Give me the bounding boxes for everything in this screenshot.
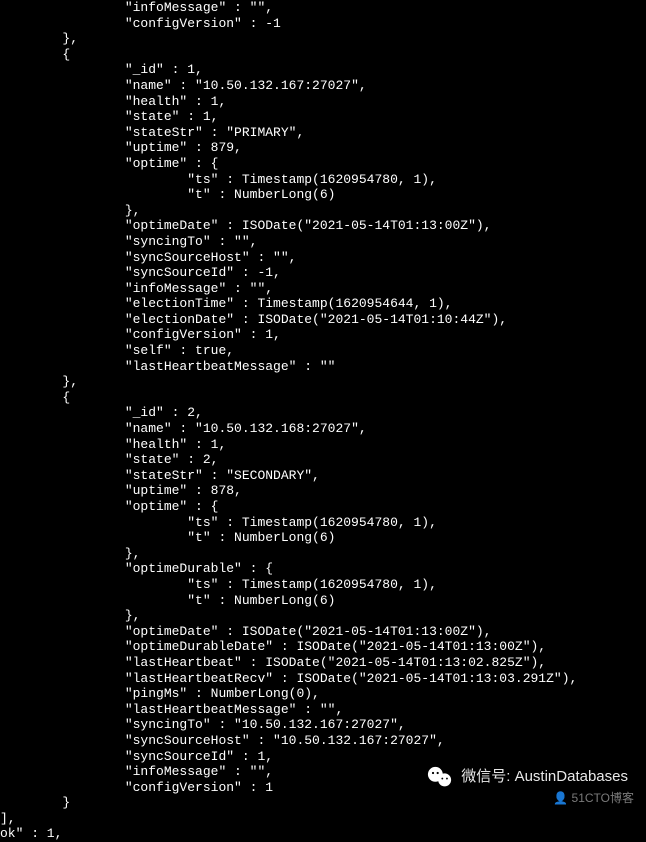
line: "configVersion" : -1 (125, 16, 281, 31)
line: "lastHeartbeat" : ISODate("2021-05-14T01… (125, 655, 546, 670)
attribution-label: 51CTO博客 (572, 791, 634, 805)
line: ], (0, 811, 16, 826)
watermark: 微信号: AustinDatabases (427, 766, 628, 788)
line: "name" : "10.50.132.167:27027", (125, 78, 367, 93)
line: "syncSourceId" : 1, (125, 749, 273, 764)
line: "health" : 1, (125, 437, 226, 452)
line: "pingMs" : NumberLong(0), (125, 686, 320, 701)
line: "lastHeartbeatMessage" : "", (125, 702, 343, 717)
line: "ts" : Timestamp(1620954780, 1), (187, 172, 437, 187)
line: "syncSourceHost" : "10.50.132.167:27027"… (125, 733, 445, 748)
line: "infoMessage" : "", (125, 764, 273, 779)
line: "t" : NumberLong(6) (187, 530, 335, 545)
line: "lastHeartbeatRecv" : ISODate("2021-05-1… (125, 671, 577, 686)
line: "t" : NumberLong(6) (187, 593, 335, 608)
line: "syncSourceHost" : "", (125, 250, 297, 265)
line: "stateStr" : "SECONDARY", (125, 468, 320, 483)
attribution-icon: 👤 (553, 791, 568, 805)
line: "configVersion" : 1, (125, 327, 281, 342)
line: "syncingTo" : "", (125, 234, 258, 249)
line: "state" : 2, (125, 452, 219, 467)
line: }, (125, 546, 141, 561)
line: "infoMessage" : "", (125, 281, 273, 296)
line: "optimeDate" : ISODate("2021-05-14T01:13… (125, 624, 492, 639)
line: "ts" : Timestamp(1620954780, 1), (187, 577, 437, 592)
line: "t" : NumberLong(6) (187, 187, 335, 202)
line: "optime" : { (125, 499, 219, 514)
line: "state" : 1, (125, 109, 219, 124)
line: "health" : 1, (125, 94, 226, 109)
line: "optimeDurable" : { (125, 561, 273, 576)
line: "optimeDate" : ISODate("2021-05-14T01:13… (125, 218, 492, 233)
line: "name" : "10.50.132.168:27027", (125, 421, 367, 436)
line: "uptime" : 879, (125, 140, 242, 155)
line: "syncingTo" : "10.50.132.167:27027", (125, 717, 406, 732)
attribution: 👤 51CTO博客 (553, 791, 634, 805)
line: }, (125, 608, 141, 623)
line: "infoMessage" : "", (125, 0, 273, 15)
line: "configVersion" : 1 (125, 780, 273, 795)
line: "self" : true, (125, 343, 234, 358)
terminal-output: "infoMessage" : "", "configVersion" : -1… (0, 0, 646, 842)
line: "optimeDurableDate" : ISODate("2021-05-1… (125, 639, 546, 654)
line: "stateStr" : "PRIMARY", (125, 125, 304, 140)
line: } (62, 795, 70, 810)
line: "_id" : 1, (125, 62, 203, 77)
line: "electionDate" : ISODate("2021-05-14T01:… (125, 312, 507, 327)
wechat-icon (427, 766, 453, 788)
line: "lastHeartbeatMessage" : "" (125, 359, 336, 374)
line: "electionTime" : Timestamp(1620954644, 1… (125, 296, 453, 311)
line: "optime" : { (125, 156, 219, 171)
line: ok" : 1, (0, 826, 62, 841)
line: }, (125, 203, 141, 218)
line: "_id" : 2, (125, 405, 203, 420)
line: "ts" : Timestamp(1620954780, 1), (187, 515, 437, 530)
watermark-label: 微信号: AustinDatabases (461, 768, 628, 786)
line: "uptime" : 878, (125, 483, 242, 498)
line: "syncSourceId" : -1, (125, 265, 281, 280)
